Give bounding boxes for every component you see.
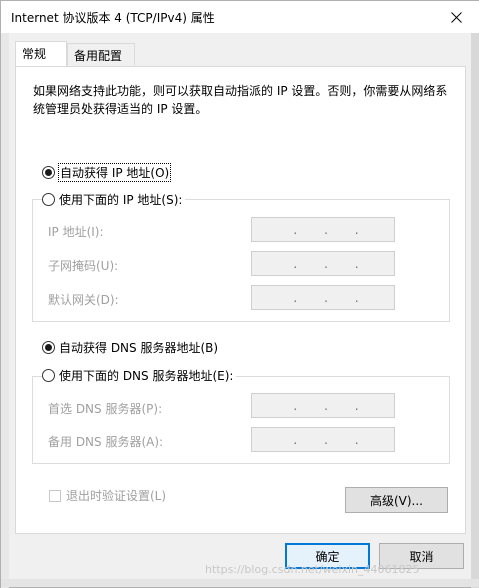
- manual-ip-label: 使用下面的 IP 地址(S):: [59, 193, 183, 207]
- auto-ip-label: 自动获得 IP 地址(O): [57, 163, 172, 182]
- advanced-button[interactable]: 高级(V)...: [345, 487, 448, 513]
- left-background-strip: [1, 33, 9, 588]
- dns-server-group: 首选 DNS 服务器(P): ... 备用 DNS 服务器(A): ...: [32, 376, 450, 464]
- default-gateway-label: 默认网关(D):: [48, 293, 119, 307]
- preferred-dns-field[interactable]: ...: [251, 393, 395, 418]
- validate-settings-label: 退出时验证设置(L): [66, 489, 167, 503]
- auto-dns-radio[interactable]: 自动获得 DNS 服务器地址(B): [42, 339, 222, 356]
- alternate-dns-label: 备用 DNS 服务器(A):: [48, 435, 164, 449]
- validate-settings-checkbox[interactable]: 退出时验证设置(L): [49, 487, 166, 504]
- auto-dns-label: 自动获得 DNS 服务器地址(B): [59, 341, 219, 355]
- general-tab-panel: 如果网络支持此功能，则可以获取自动指派的 IP 设置。否则，你需要从网络系统管理…: [15, 66, 466, 534]
- radio-button[interactable]: [42, 193, 55, 206]
- ip-address-label: IP 地址(I):: [48, 225, 104, 239]
- preferred-dns-label: 首选 DNS 服务器(P):: [48, 402, 163, 416]
- ip-address-group: IP 地址(I): ... 子网掩码(U): ... 默认网关(D): ...: [32, 199, 450, 322]
- manual-dns-radio[interactable]: 使用下面的 DNS 服务器地址(E):: [42, 367, 237, 384]
- window-title: Internet 协议版本 4 (TCP/IPv4) 属性: [11, 11, 215, 25]
- ipv4-properties-dialog: Internet 协议版本 4 (TCP/IPv4) 属性 常规 备用配置 如果…: [0, 0, 479, 588]
- auto-ip-radio[interactable]: 自动获得 IP 地址(O): [42, 163, 174, 182]
- tab-general[interactable]: 常规: [15, 41, 67, 66]
- bottom-background-strip: [1, 579, 479, 587]
- subnet-mask-field[interactable]: ...: [251, 251, 395, 276]
- right-background-strip: [471, 33, 479, 588]
- watermark: https://blog.csdn.net/weixin_44061825: [205, 563, 420, 576]
- title-bar: Internet 协议版本 4 (TCP/IPv4) 属性: [1, 1, 479, 33]
- close-icon: [450, 11, 462, 23]
- default-gateway-field[interactable]: ...: [251, 285, 395, 310]
- checkbox[interactable]: [49, 489, 61, 502]
- manual-dns-label: 使用下面的 DNS 服务器地址(E):: [59, 369, 234, 383]
- ip-address-field[interactable]: ...: [251, 217, 395, 242]
- manual-ip-radio[interactable]: 使用下面的 IP 地址(S):: [42, 191, 186, 208]
- close-button[interactable]: [433, 1, 479, 33]
- radio-button[interactable]: [42, 166, 55, 179]
- radio-button[interactable]: [42, 369, 55, 382]
- alternate-dns-field[interactable]: ...: [251, 427, 395, 452]
- intro-text: 如果网络支持此功能，则可以获取自动指派的 IP 设置。否则，你需要从网络系统管理…: [33, 84, 448, 116]
- radio-button[interactable]: [42, 341, 55, 354]
- tab-alternate-configuration[interactable]: 备用配置: [67, 43, 135, 65]
- subnet-mask-label: 子网掩码(U):: [48, 259, 119, 273]
